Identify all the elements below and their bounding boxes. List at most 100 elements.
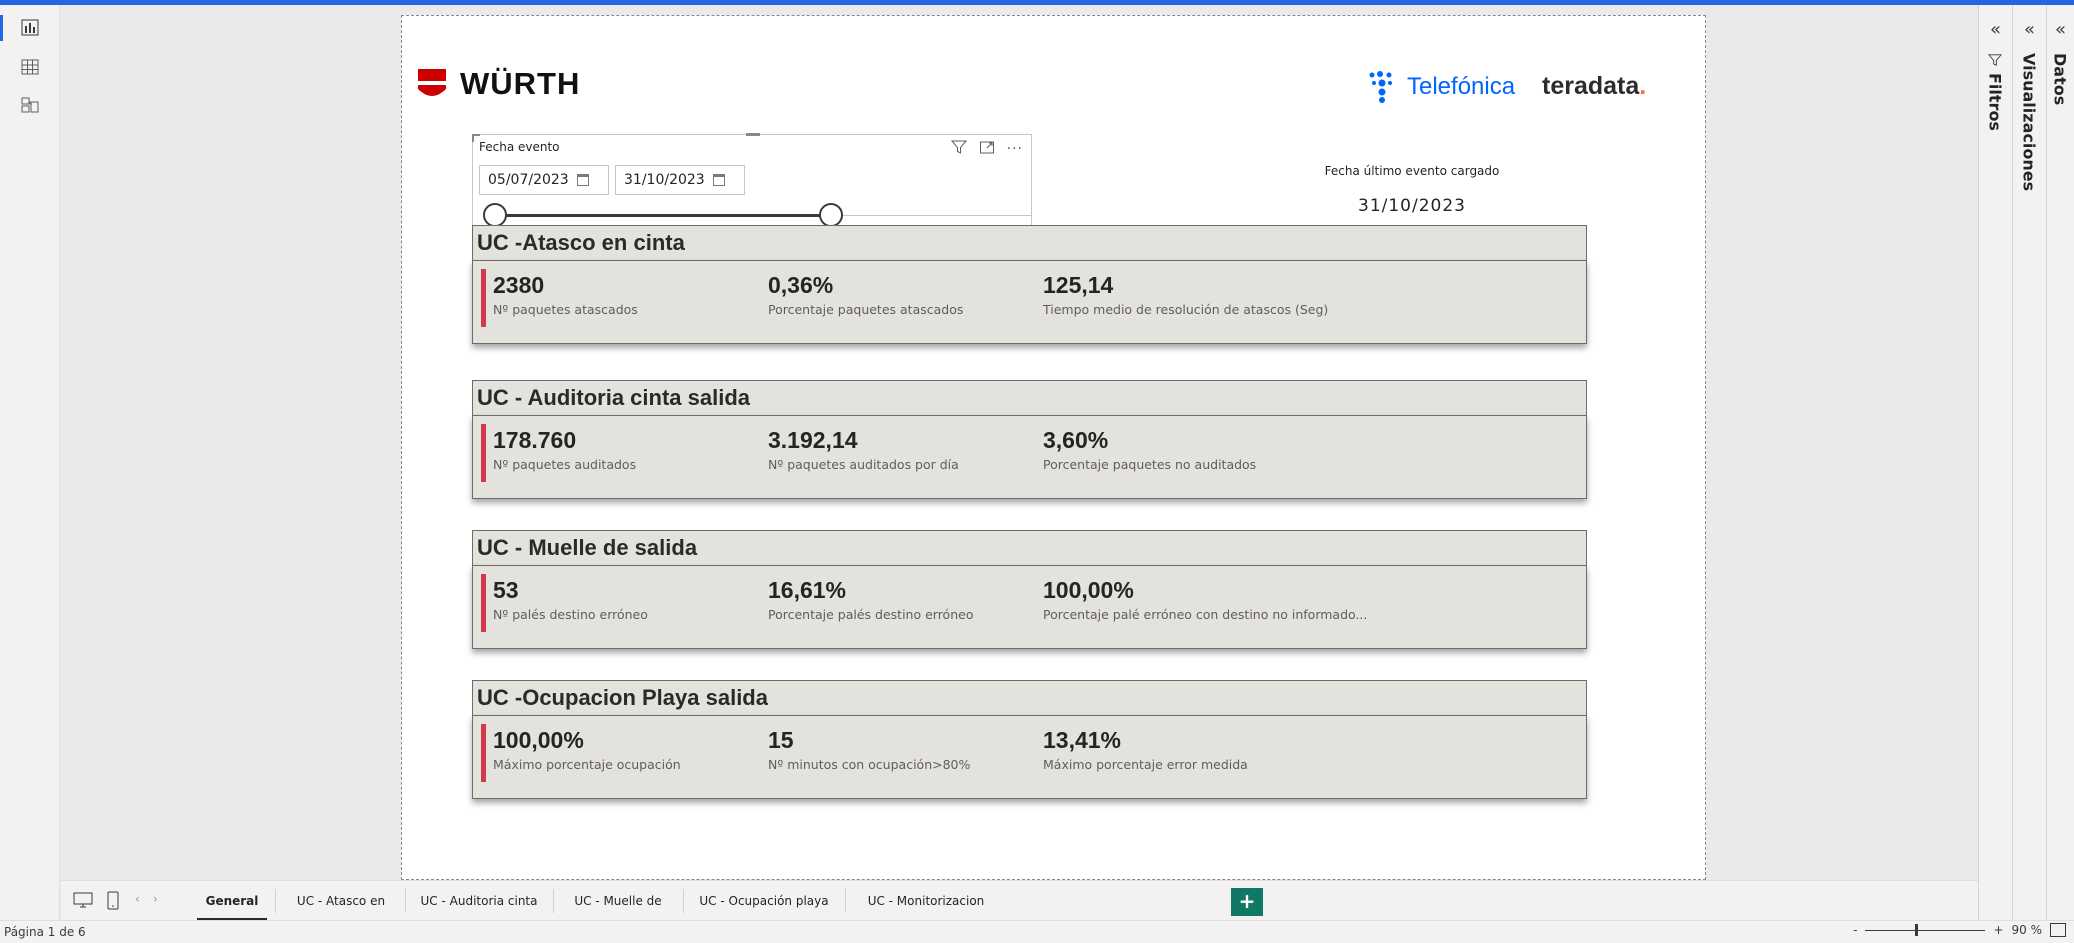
next-page-icon[interactable]: › xyxy=(153,892,158,906)
visualizations-pane-label: Visualizaciones xyxy=(2020,53,2039,191)
kpi-item: 0,36% Porcentaje paquetes atascados xyxy=(768,271,963,317)
teradata-dot: . xyxy=(1639,72,1647,100)
range-selected-fill xyxy=(493,214,829,217)
filter-icon xyxy=(1986,53,2005,67)
kpi-value: 100,00% xyxy=(493,727,584,753)
section-title: UC - Muelle de salida xyxy=(472,530,1587,566)
report-view-button[interactable] xyxy=(10,11,50,47)
collapse-filters-icon[interactable]: « xyxy=(1979,19,2012,40)
kpi-item: 3,60% Porcentaje paquetes no auditados xyxy=(1043,426,1256,472)
tab-ocupacion-playa-salida[interactable]: UC - Ocupación playa salida xyxy=(689,881,839,943)
add-page-button[interactable]: + xyxy=(1231,888,1263,916)
card-accent-bar xyxy=(481,424,486,482)
kpi-label: Máximo porcentaje ocupación xyxy=(493,757,681,772)
zoom-level: 90 % xyxy=(2011,923,2043,937)
model-view-button[interactable] xyxy=(10,89,50,125)
kpi-card: 100,00% Máximo porcentaje ocupación 15 Nº … xyxy=(472,715,1587,799)
telefonica-logo: Telefónica xyxy=(1367,70,1515,104)
zoom-slider-handle[interactable] xyxy=(1915,923,1919,936)
filters-pane-label: Filtros xyxy=(1986,53,2005,131)
table-view-button[interactable] xyxy=(10,51,50,87)
report-page: WÜRTH Telefónica teradata. Fecha evento xyxy=(401,15,1706,880)
filter-icon[interactable] xyxy=(950,139,967,159)
fit-to-page-icon[interactable] xyxy=(2050,923,2066,937)
kpi-card: 178.760 Nº paquetes auditados 3.192,14 Nº … xyxy=(472,415,1587,499)
kpi-value: 15 xyxy=(768,727,794,753)
kpi-card: 53 Nº palés destino erróneo 16,61% Porcent… xyxy=(472,565,1587,649)
section-title: UC - Auditoria cinta salida xyxy=(472,380,1587,416)
calendar-icon[interactable] xyxy=(576,174,589,186)
kpi-label: Nº paquetes auditados xyxy=(493,457,637,472)
kpi-value: 3.192,14 xyxy=(768,427,858,453)
end-date-value: 31/10/2023 xyxy=(624,172,705,188)
kpi-value: 53 xyxy=(493,577,519,603)
calendar-icon[interactable] xyxy=(712,174,725,186)
tab-auditoria-cinta-salida[interactable]: UC - Auditoria cinta salida xyxy=(411,881,547,943)
kpi-label: Porcentaje palés destino erróneo xyxy=(768,607,974,622)
collapse-visualizations-icon[interactable]: « xyxy=(2013,19,2046,40)
kpi-item: 2380 Nº paquetes atascados xyxy=(493,271,638,317)
end-date-input[interactable]: 31/10/2023 xyxy=(615,165,745,195)
kpi-value: 178.760 xyxy=(493,427,577,453)
kpi-item: 125,14 Tiempo medio de resolución de atas… xyxy=(1043,271,1328,317)
zoom-in-button[interactable]: + xyxy=(1993,923,2003,937)
kpi-value: 100,00% xyxy=(1043,577,1134,603)
active-view-indicator xyxy=(0,15,3,41)
data-label-text: Datos xyxy=(2050,53,2070,106)
teradata-wordmark: teradata xyxy=(1542,72,1640,100)
kpi-label: Nº paquetes auditados por día xyxy=(768,457,959,472)
kpi-value: 3,60% xyxy=(1043,427,1109,453)
wurth-wordmark: WÜRTH xyxy=(460,66,581,101)
status-bar: Página 1 de 6 - + 90 % xyxy=(0,920,2074,943)
kpi-item: 53 Nº palés destino erróneo xyxy=(493,576,648,622)
data-pane-label: Datos xyxy=(2051,53,2070,105)
kpi-value: 16,61% xyxy=(768,577,847,603)
kpi-label: Nº paquetes atascados xyxy=(493,302,638,317)
filters-label-text: Filtros xyxy=(1985,73,2005,131)
wurth-mark-icon xyxy=(418,69,446,96)
kpi-label: Porcentaje paquetes atascados xyxy=(768,302,964,317)
desktop-layout-icon[interactable] xyxy=(73,891,93,913)
tab-monitorizacion-camaras[interactable]: UC - Monitorizacion camaras xyxy=(851,881,1001,943)
filters-pane[interactable]: « Filtros xyxy=(1978,5,2012,920)
kpi-item: 3.192,14 Nº paquetes auditados por día xyxy=(768,426,959,472)
start-date-input[interactable]: 05/07/2023 xyxy=(479,165,609,195)
kpi-item: 15 Nº minutos con ocupación>80% xyxy=(768,726,970,772)
kpi-label: Porcentaje palé erróneo con destino no i… xyxy=(1043,607,1368,622)
mobile-layout-icon[interactable] xyxy=(106,891,120,915)
section-title: UC -Ocupacion Playa salida xyxy=(472,680,1587,716)
date-range-slicer[interactable]: Fecha evento ··· 05/07/2023 31/10/2023 xyxy=(472,133,1032,239)
visualizations-label-text: Visualizaciones xyxy=(2019,53,2039,192)
zoom-slider[interactable] xyxy=(1865,923,1986,936)
kpi-card: 2380 Nº paquetes atascados 0,36% Porcentaj… xyxy=(472,260,1587,344)
zoom-control: - + 90 % xyxy=(1853,923,2066,937)
kpi-value: 125,14 xyxy=(1043,272,1114,298)
tab-divider xyxy=(683,889,684,913)
report-canvas: WÜRTH Telefónica teradata. Fecha evento xyxy=(61,5,1978,880)
card-accent-bar xyxy=(481,574,486,632)
model-icon xyxy=(20,95,40,119)
section-title: UC -Atasco en cinta xyxy=(472,225,1587,261)
data-pane[interactable]: « Datos xyxy=(2046,5,2074,920)
wurth-logo: WÜRTH xyxy=(416,66,580,102)
visualizations-pane[interactable]: « Visualizaciones xyxy=(2012,5,2046,920)
kpi-item: 178.760 Nº paquetes auditados xyxy=(493,426,636,472)
slicer-title: Fecha evento xyxy=(479,140,560,154)
tab-divider xyxy=(845,889,846,913)
start-date-value: 05/07/2023 xyxy=(488,172,569,188)
move-handle[interactable] xyxy=(746,133,760,136)
kpi-value: 2380 xyxy=(493,272,545,298)
tab-divider xyxy=(275,889,276,913)
focus-mode-icon[interactable] xyxy=(979,139,995,159)
page-tabs-bar: ‹ › General UC - Atasco en cinta UC - Au… xyxy=(61,880,1978,943)
tab-general[interactable]: General xyxy=(197,881,267,921)
tab-atasco-en-cinta[interactable]: UC - Atasco en cinta xyxy=(283,881,399,943)
zoom-out-button[interactable]: - xyxy=(1853,923,1857,937)
collapse-data-icon[interactable]: « xyxy=(2047,19,2074,40)
range-end-handle[interactable] xyxy=(819,203,843,227)
visual-header-toolbar: ··· xyxy=(950,139,1023,159)
previous-page-icon[interactable]: ‹ xyxy=(135,892,140,906)
more-options-button[interactable]: ··· xyxy=(1007,141,1023,157)
tab-muelle-de-salidas[interactable]: UC - Muelle de salidas xyxy=(559,881,677,943)
range-start-handle[interactable] xyxy=(483,203,507,227)
